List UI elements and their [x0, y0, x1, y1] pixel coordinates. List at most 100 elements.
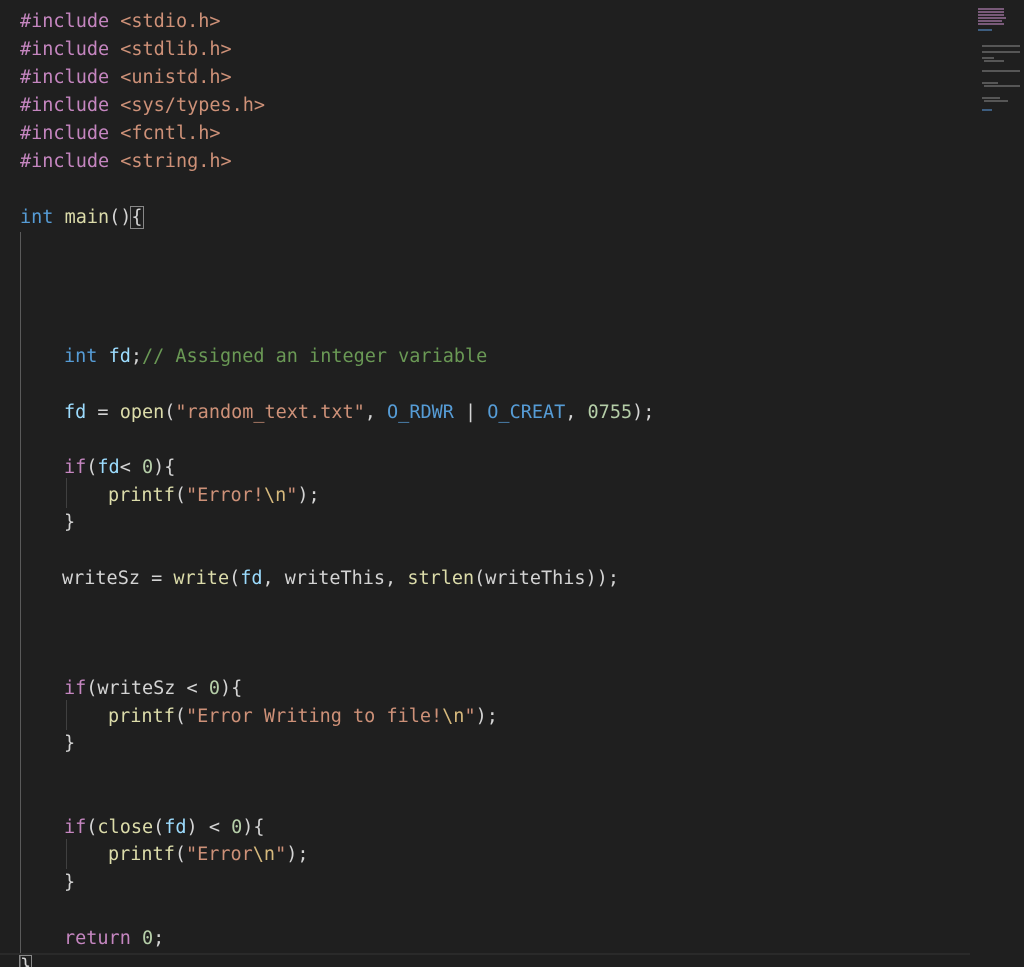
control-keyword: return	[64, 928, 131, 949]
matched-brace: {	[130, 206, 144, 229]
minimap-line	[978, 29, 992, 31]
minimap[interactable]	[974, 0, 1024, 120]
number-literal: 0755	[587, 402, 633, 423]
semicolon: ;	[153, 928, 165, 949]
minimap-line	[982, 57, 994, 59]
comma: ,	[385, 568, 408, 589]
function-name: printf	[108, 485, 175, 506]
code-line-include-stdio: #include <stdio.h>	[20, 8, 221, 35]
code-line-if2-printf: printf("Error Writing to file!\n");	[108, 703, 498, 730]
operator: |	[453, 402, 488, 423]
code-line-include-stdlib: #include <stdlib.h>	[20, 36, 232, 63]
string-literal: "	[464, 706, 476, 727]
variable: writeSz	[62, 568, 140, 589]
paren: (	[174, 844, 186, 865]
horizontal-scrollbar[interactable]	[0, 953, 970, 955]
code-line-if2: if(writeSz < 0){	[64, 675, 242, 702]
minimap-line	[984, 60, 1004, 62]
variable: fd	[64, 402, 87, 423]
paren: (	[174, 485, 186, 506]
control-keyword: if	[64, 817, 87, 838]
preprocessor-directive: #include	[20, 123, 110, 144]
function-name: printf	[108, 706, 175, 727]
include-header: <string.h>	[120, 151, 232, 172]
paren: ){	[242, 817, 265, 838]
paren: (	[229, 568, 241, 589]
function-name: printf	[108, 844, 175, 865]
code-text-area[interactable]: #include <stdio.h> #include <stdlib.h> #…	[18, 8, 654, 967]
escape-sequence: \n	[263, 485, 287, 506]
paren: (	[86, 678, 98, 699]
number-literal: 0	[208, 678, 220, 699]
code-line-include-types: #include <sys/types.h>	[20, 92, 265, 119]
string-literal: "	[286, 485, 298, 506]
code-line-include-unistd: #include <unistd.h>	[20, 64, 232, 91]
minimap-line	[978, 20, 1002, 22]
escape-sequence: \n	[252, 844, 276, 865]
brace: }	[64, 733, 76, 754]
paren: ()	[109, 207, 132, 228]
minimap-line	[982, 97, 1000, 99]
string-literal: "Error!	[185, 485, 264, 506]
variable: fd	[240, 568, 263, 589]
operator: =	[139, 568, 174, 589]
comma: ,	[565, 402, 588, 423]
include-header: <sys/types.h>	[120, 95, 266, 116]
code-line-return: return 0;	[64, 925, 164, 952]
minimap-line	[984, 100, 1008, 102]
code-line-include-string: #include <string.h>	[20, 148, 232, 175]
function-name: write	[173, 568, 230, 589]
minimap-line	[978, 17, 1006, 19]
string-literal: "Error Writing to file!	[185, 706, 443, 727]
code-line-write: writeSz = write(fd, writeThis, strlen(wr…	[62, 565, 619, 592]
variable: fd	[164, 817, 187, 838]
include-header: <stdio.h>	[120, 11, 221, 32]
preprocessor-directive: #include	[20, 95, 110, 116]
number-literal: 0	[141, 928, 154, 949]
number-literal: 0	[141, 457, 154, 478]
paren: (	[153, 817, 165, 838]
operator: <	[119, 457, 142, 478]
code-line-if2-close: }	[64, 730, 75, 757]
code-line-decl: int fd;// Assigned an integer variable	[64, 343, 487, 370]
minimap-line	[978, 14, 1004, 16]
code-line-if3: if(close(fd) < 0){	[64, 814, 265, 841]
paren: (	[86, 457, 98, 478]
paren: (	[174, 706, 186, 727]
code-line-if1: if(fd< 0){	[64, 454, 175, 481]
preprocessor-directive: #include	[20, 67, 110, 88]
string-literal: "Error	[185, 844, 253, 865]
paren: (	[474, 568, 486, 589]
code-line-if3-close: }	[64, 869, 75, 896]
minimap-line	[978, 23, 1004, 25]
code-line-final-brace: }	[18, 953, 33, 967]
function-name: main	[64, 207, 110, 228]
matched-brace: }	[18, 955, 33, 967]
control-keyword: if	[64, 678, 87, 699]
code-editor[interactable]: #include <stdio.h> #include <stdlib.h> #…	[0, 0, 1024, 967]
paren: (	[164, 402, 176, 423]
variable: fd	[97, 457, 120, 478]
escape-sequence: \n	[442, 706, 465, 727]
variable: writeSz	[97, 678, 176, 699]
constant: O_RDWR	[387, 402, 454, 423]
include-header: <fcntl.h>	[120, 123, 221, 144]
minimap-line	[982, 109, 992, 111]
type-keyword: int	[20, 207, 54, 228]
variable: writeThis	[485, 568, 586, 589]
code-line-if3-printf: printf("Error\n");	[108, 841, 309, 868]
string-literal: "random_text.txt"	[175, 402, 365, 423]
minimap-line	[978, 11, 1004, 13]
code-line-main-signature: int main(){	[20, 204, 144, 231]
preprocessor-directive: #include	[20, 151, 110, 172]
control-keyword: if	[64, 457, 87, 478]
variable: fd	[108, 346, 131, 367]
string-literal: "	[275, 844, 287, 865]
minimap-line	[978, 8, 1004, 10]
paren: )	[186, 817, 198, 838]
brace: }	[64, 512, 76, 533]
minimap-line	[982, 51, 1020, 53]
semicolon: ;	[130, 346, 142, 367]
variable: writeThis	[284, 568, 386, 589]
include-header: <unistd.h>	[120, 67, 232, 88]
